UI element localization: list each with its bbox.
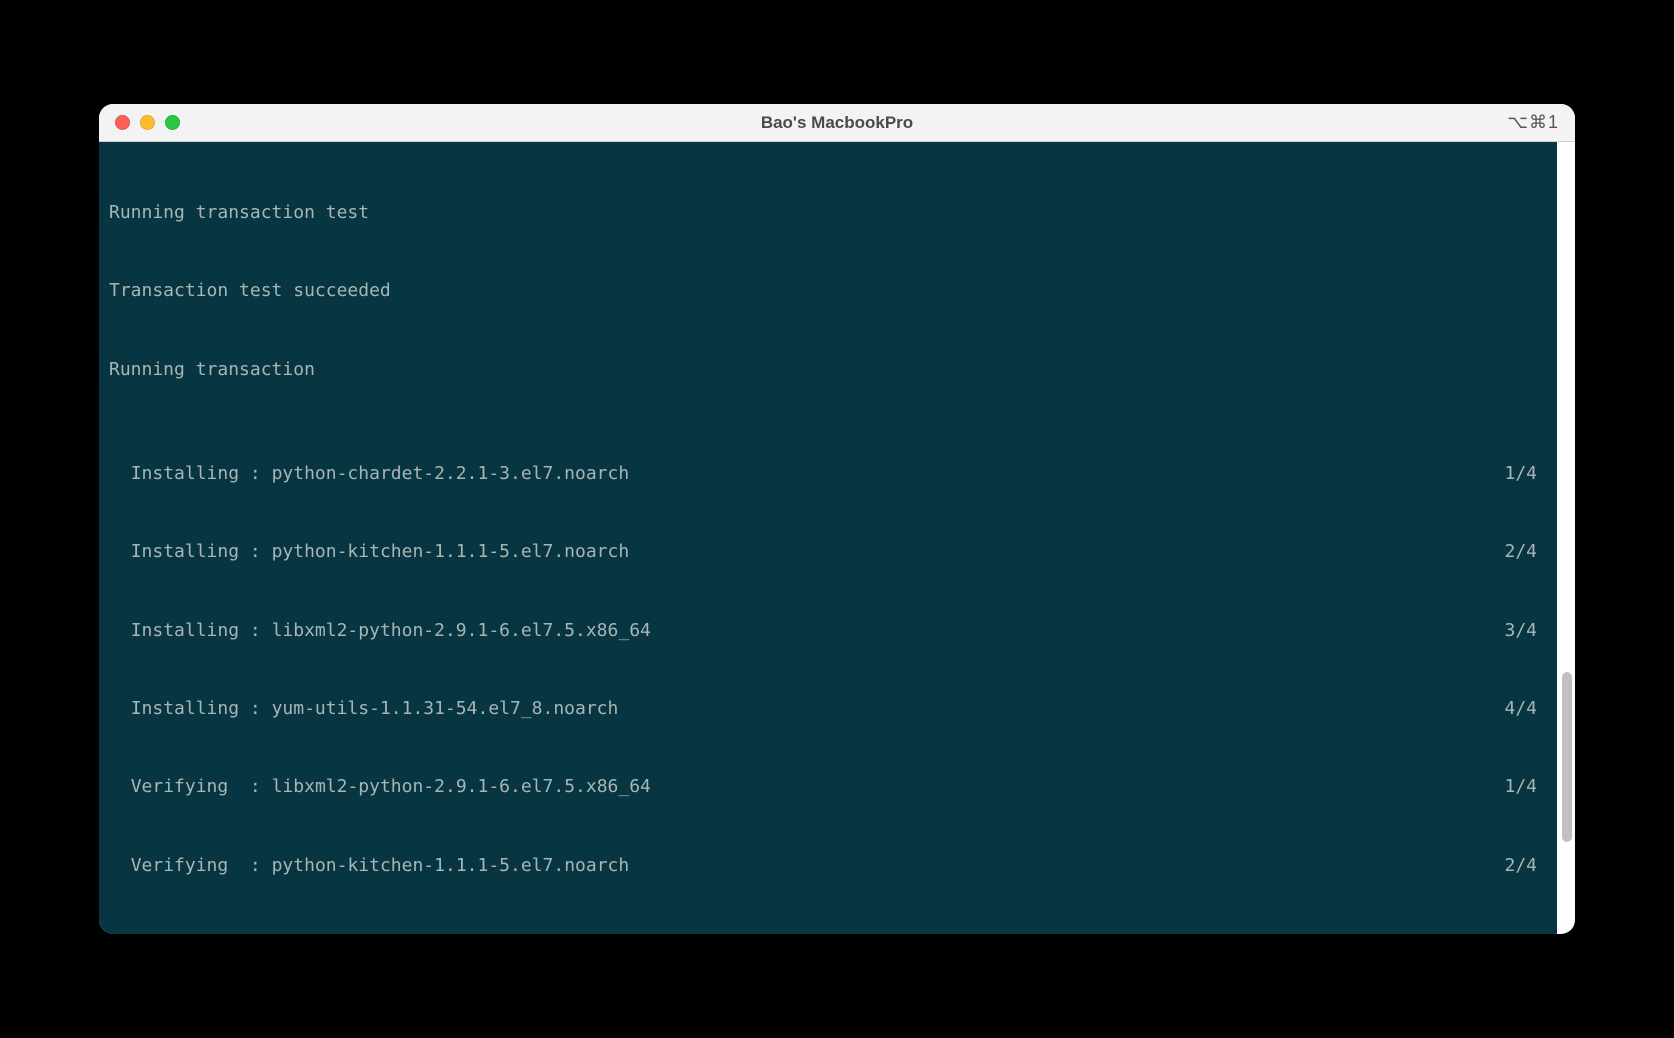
titlebar: Bao's MacbookPro ⌥⌘1 xyxy=(99,104,1575,142)
action: Installing xyxy=(131,541,239,562)
package: yum-utils-1.1.31-54.el7_8.noarch xyxy=(272,933,619,934)
progress: 1/4 xyxy=(1504,461,1547,487)
transaction-row: Installing : libxml2-python-2.9.1-6.el7.… xyxy=(109,618,1547,644)
package: python-kitchen-1.1.1-5.el7.noarch xyxy=(272,541,630,562)
maximize-button[interactable] xyxy=(165,115,180,130)
progress: 3/4 xyxy=(1504,618,1547,644)
package: yum-utils-1.1.31-54.el7_8.noarch xyxy=(272,698,619,719)
transaction-row: Verifying : libxml2-python-2.9.1-6.el7.5… xyxy=(109,774,1547,800)
output-line: Running transaction xyxy=(109,357,1547,383)
transaction-row: Installing : python-chardet-2.2.1-3.el7.… xyxy=(109,461,1547,487)
transaction-row: Verifying : python-kitchen-1.1.1-5.el7.n… xyxy=(109,853,1547,879)
progress: 2/4 xyxy=(1504,539,1547,565)
output-line: Running transaction test xyxy=(109,200,1547,226)
action: Verifying xyxy=(131,855,229,876)
package: libxml2-python-2.9.1-6.el7.5.x86_64 xyxy=(272,776,651,797)
progress: 3/4 xyxy=(1504,931,1547,934)
progress: 4/4 xyxy=(1504,696,1547,722)
action: Installing xyxy=(131,620,239,641)
action: Verifying xyxy=(131,933,229,934)
traffic-lights xyxy=(99,115,180,130)
terminal-output[interactable]: Running transaction test Transaction tes… xyxy=(99,142,1557,934)
package: python-kitchen-1.1.1-5.el7.noarch xyxy=(272,855,630,876)
transaction-row: Installing : python-kitchen-1.1.1-5.el7.… xyxy=(109,539,1547,565)
action: Verifying xyxy=(131,776,229,797)
progress: 1/4 xyxy=(1504,774,1547,800)
package: python-chardet-2.2.1-3.el7.noarch xyxy=(272,463,630,484)
transaction-row: Installing : yum-utils-1.1.31-54.el7_8.n… xyxy=(109,696,1547,722)
transaction-row: Verifying : yum-utils-1.1.31-54.el7_8.no… xyxy=(109,931,1547,934)
scrollbar-track[interactable] xyxy=(1557,142,1575,934)
output-line: Transaction test succeeded xyxy=(109,278,1547,304)
scrollbar-thumb[interactable] xyxy=(1562,672,1572,842)
close-button[interactable] xyxy=(115,115,130,130)
terminal-window: Bao's MacbookPro ⌥⌘1 Running transaction… xyxy=(99,104,1575,934)
shortcut-indicator: ⌥⌘1 xyxy=(1507,112,1559,133)
package: libxml2-python-2.9.1-6.el7.5.x86_64 xyxy=(272,620,651,641)
action: Installing xyxy=(131,698,239,719)
action: Installing xyxy=(131,463,239,484)
minimize-button[interactable] xyxy=(140,115,155,130)
terminal-wrapper: Running transaction test Transaction tes… xyxy=(99,142,1575,934)
progress: 2/4 xyxy=(1504,853,1547,879)
window-title: Bao's MacbookPro xyxy=(761,113,913,133)
